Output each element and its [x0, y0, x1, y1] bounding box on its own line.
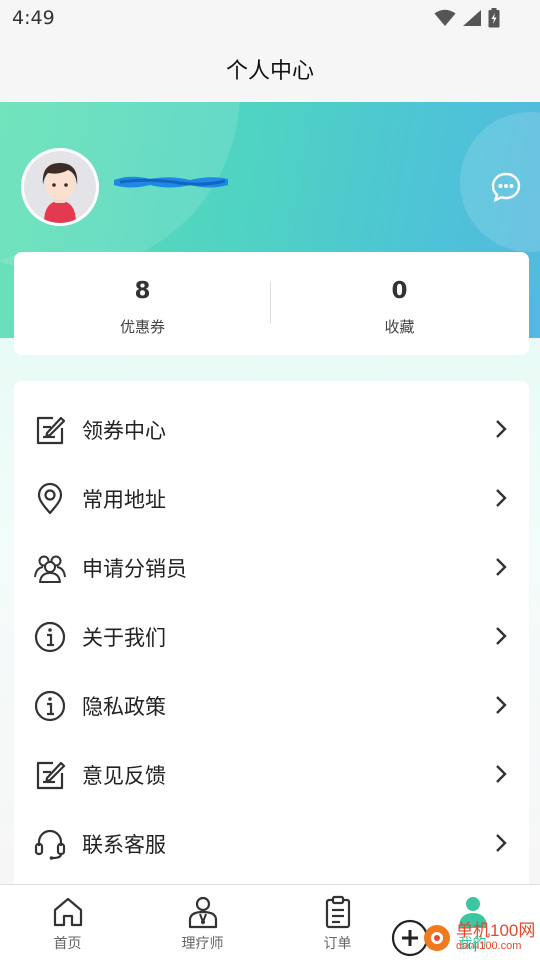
info-icon	[34, 621, 66, 653]
wifi-icon	[434, 9, 456, 26]
clipboard-icon	[325, 895, 350, 929]
watermark-title: 单机100网	[456, 921, 536, 940]
message-button[interactable]	[490, 171, 522, 203]
coupon-stat[interactable]: 8 优惠券	[14, 252, 271, 355]
cellular-signal-icon	[463, 10, 481, 26]
tab-home[interactable]: 首页	[0, 885, 135, 960]
chat-bubble-icon	[491, 172, 521, 203]
chevron-right-icon	[496, 765, 507, 783]
stats-card: 8 优惠券 0 收藏	[14, 252, 529, 355]
tab-orders[interactable]: 订单	[270, 885, 405, 960]
redacted-username	[110, 172, 232, 192]
site-watermark: 单机100网 danji100.com	[390, 914, 540, 960]
menu-item-label: 领券中心	[82, 419, 166, 443]
favorites-count: 0	[391, 278, 408, 304]
page-title: 个人中心	[225, 59, 314, 84]
favorites-stat[interactable]: 0 收藏	[271, 252, 528, 355]
menu-item-label: 隐私政策	[82, 695, 166, 719]
coupon-count: 8	[134, 278, 151, 304]
menu-item-apply-distributor[interactable]: 申请分销员	[14, 533, 529, 602]
menu-item-addresses[interactable]: 常用地址	[14, 464, 529, 533]
chevron-right-icon	[496, 558, 507, 576]
tab-label: 订单	[323, 936, 352, 952]
menu-item-label: 意见反馈	[82, 764, 166, 788]
location-pin-icon	[37, 482, 63, 515]
menu-item-feedback[interactable]: 意见反馈	[14, 740, 529, 809]
title-bar: 个人中心	[0, 36, 540, 102]
therapist-icon	[188, 896, 217, 929]
menu-item-privacy-policy[interactable]: 隐私政策	[14, 671, 529, 740]
menu-item-label: 申请分销员	[82, 557, 187, 581]
headset-icon	[34, 829, 66, 860]
watermark-url: danji100.com	[456, 940, 522, 952]
status-bar: 4:49	[0, 0, 540, 36]
battery-icon	[488, 8, 500, 28]
watermark-logo-icon	[391, 919, 450, 957]
favorites-label: 收藏	[384, 318, 415, 336]
tab-therapist[interactable]: 理疗师	[135, 885, 270, 960]
status-icons	[434, 8, 500, 28]
default-avatar-icon	[24, 151, 96, 223]
edit-note-icon	[36, 761, 66, 790]
menu-item-label: 联系客服	[82, 833, 166, 857]
edit-note-icon	[36, 416, 66, 445]
info-icon	[34, 690, 66, 722]
chevron-right-icon	[496, 489, 507, 507]
tab-label: 首页	[53, 936, 82, 952]
menu-item-coupon-center[interactable]: 领券中心	[14, 395, 529, 464]
home-icon	[53, 897, 82, 927]
coupon-label: 优惠券	[119, 318, 165, 336]
menu-item-about-us[interactable]: 关于我们	[14, 602, 529, 671]
chevron-right-icon	[496, 834, 507, 852]
status-time: 4:49	[12, 7, 55, 29]
chevron-right-icon	[496, 627, 507, 645]
group-icon	[34, 555, 66, 583]
chevron-right-icon	[496, 696, 507, 714]
menu-item-label: 关于我们	[82, 626, 166, 650]
tab-label: 理疗师	[181, 936, 224, 952]
menu-item-label: 常用地址	[82, 488, 166, 512]
menu-item-customer-service[interactable]: 联系客服	[14, 809, 529, 878]
avatar[interactable]	[21, 148, 99, 226]
chevron-right-icon	[496, 420, 507, 438]
menu-list: 领券中心 常用地址 申请分销员 关于我们 隐私政策 意见反馈 联系客服	[14, 381, 529, 884]
